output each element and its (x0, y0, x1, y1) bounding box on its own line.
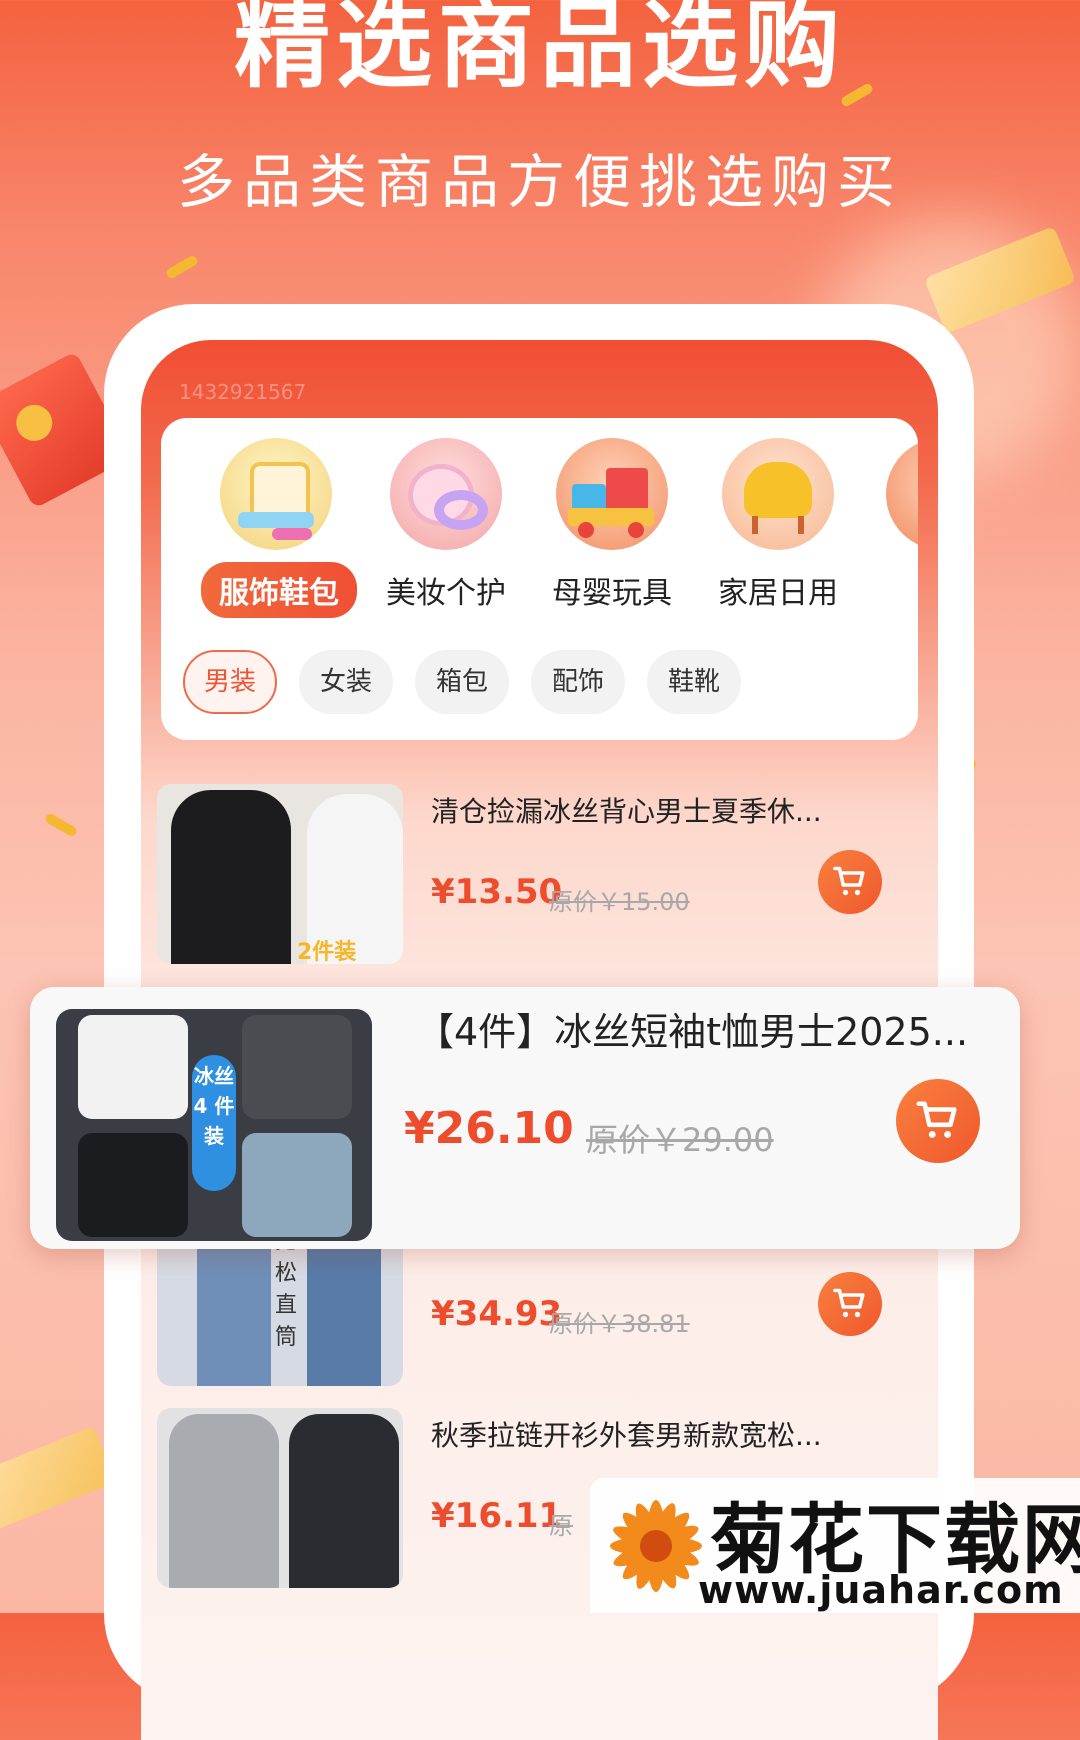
product-price: ¥34.93 (431, 1294, 563, 1334)
outdoor-icon (886, 438, 918, 550)
category-toys[interactable]: 母婴玩具 (537, 438, 687, 612)
chip-womenswear[interactable]: 女装 (299, 650, 393, 714)
confetti-ribbon (43, 812, 79, 838)
category-label: 服饰鞋包 (201, 562, 357, 618)
toy-train-icon (556, 438, 668, 550)
cart-icon (916, 1101, 957, 1138)
product-title: 清仓捡漏冰丝背心男士夏季休... (431, 795, 822, 828)
category-label: 母婴玩具 (552, 576, 672, 611)
category-label: 家居日用 (718, 576, 838, 611)
thumb-badge: 冰丝 4 件装 (192, 1055, 236, 1191)
product-title: 【4件】冰丝短袖t恤男士2025... (416, 1010, 969, 1054)
category-row[interactable]: 服饰鞋包 美妆个护 母婴玩具 家居日用 (161, 438, 918, 618)
watermark: 菊花下载网 www.juahar.com (590, 1478, 1080, 1613)
category-cosmetics[interactable]: 美妆个护 (371, 438, 521, 612)
category-label: 户 (867, 568, 918, 612)
product-thumbnail (157, 1408, 403, 1588)
armchair-icon (722, 438, 834, 550)
product-thumbnail: 2件装 (157, 784, 403, 964)
product-original-price: 原价￥29.00 (586, 1121, 774, 1159)
product-thumbnail: 冰丝 4 件装 (56, 1009, 372, 1241)
category-label: 美妆个护 (386, 576, 506, 611)
chip-shoes[interactable]: 鞋靴 (647, 650, 741, 714)
watermark-url: www.juahar.com (698, 1568, 1064, 1612)
confetti-ribbon (164, 254, 200, 280)
subcategory-chips: 男装 女装 箱包 配饰 鞋靴 (183, 650, 763, 714)
add-to-cart-button[interactable] (818, 850, 882, 914)
product-price: ¥13.50 (431, 872, 563, 912)
featured-product-card[interactable]: 冰丝 4 件装 【4件】冰丝短袖t恤男士2025... ¥26.10 原价￥29… (30, 987, 1020, 1249)
status-id: 1432921567 (179, 380, 307, 404)
cart-icon (833, 1288, 865, 1318)
add-to-cart-button[interactable] (818, 1272, 882, 1336)
category-home[interactable]: 家居日用 (703, 438, 853, 612)
add-to-cart-button[interactable] (896, 1079, 980, 1163)
chip-accessories[interactable]: 配饰 (531, 650, 625, 714)
cart-icon (833, 866, 865, 896)
hero-title: 精选商品选购 (234, 0, 846, 101)
product-original-price: 原 (549, 1512, 573, 1540)
thumb-badge: 2件装 (297, 940, 357, 964)
product-price: ¥16.11 (431, 1496, 563, 1536)
chip-menswear[interactable]: 男装 (183, 650, 277, 714)
category-clothing[interactable]: 服饰鞋包 (201, 438, 357, 618)
category-card: 服饰鞋包 美妆个护 母婴玩具 家居日用 男装 女装 箱包 配饰 鞋靴 (161, 418, 918, 740)
cosmetics-icon (390, 438, 502, 550)
product-original-price: 原价￥38.81 (549, 1310, 690, 1338)
category-outdoor[interactable]: 户 (867, 438, 918, 612)
product-item[interactable]: 2件装 清仓捡漏冰丝背心男士夏季休... ¥13.50 原价￥15.00 (157, 784, 914, 964)
clothing-icon (220, 438, 332, 550)
gold-bar-decoration (0, 1425, 117, 1535)
product-price: ¥26.10 (404, 1103, 574, 1154)
chip-bags[interactable]: 箱包 (415, 650, 509, 714)
product-title: 秋季拉链开衫外套男新款宽松... (431, 1419, 822, 1452)
product-original-price: 原价￥15.00 (549, 888, 690, 916)
hero-subtitle: 多品类商品方便挑选购买 (176, 148, 903, 216)
